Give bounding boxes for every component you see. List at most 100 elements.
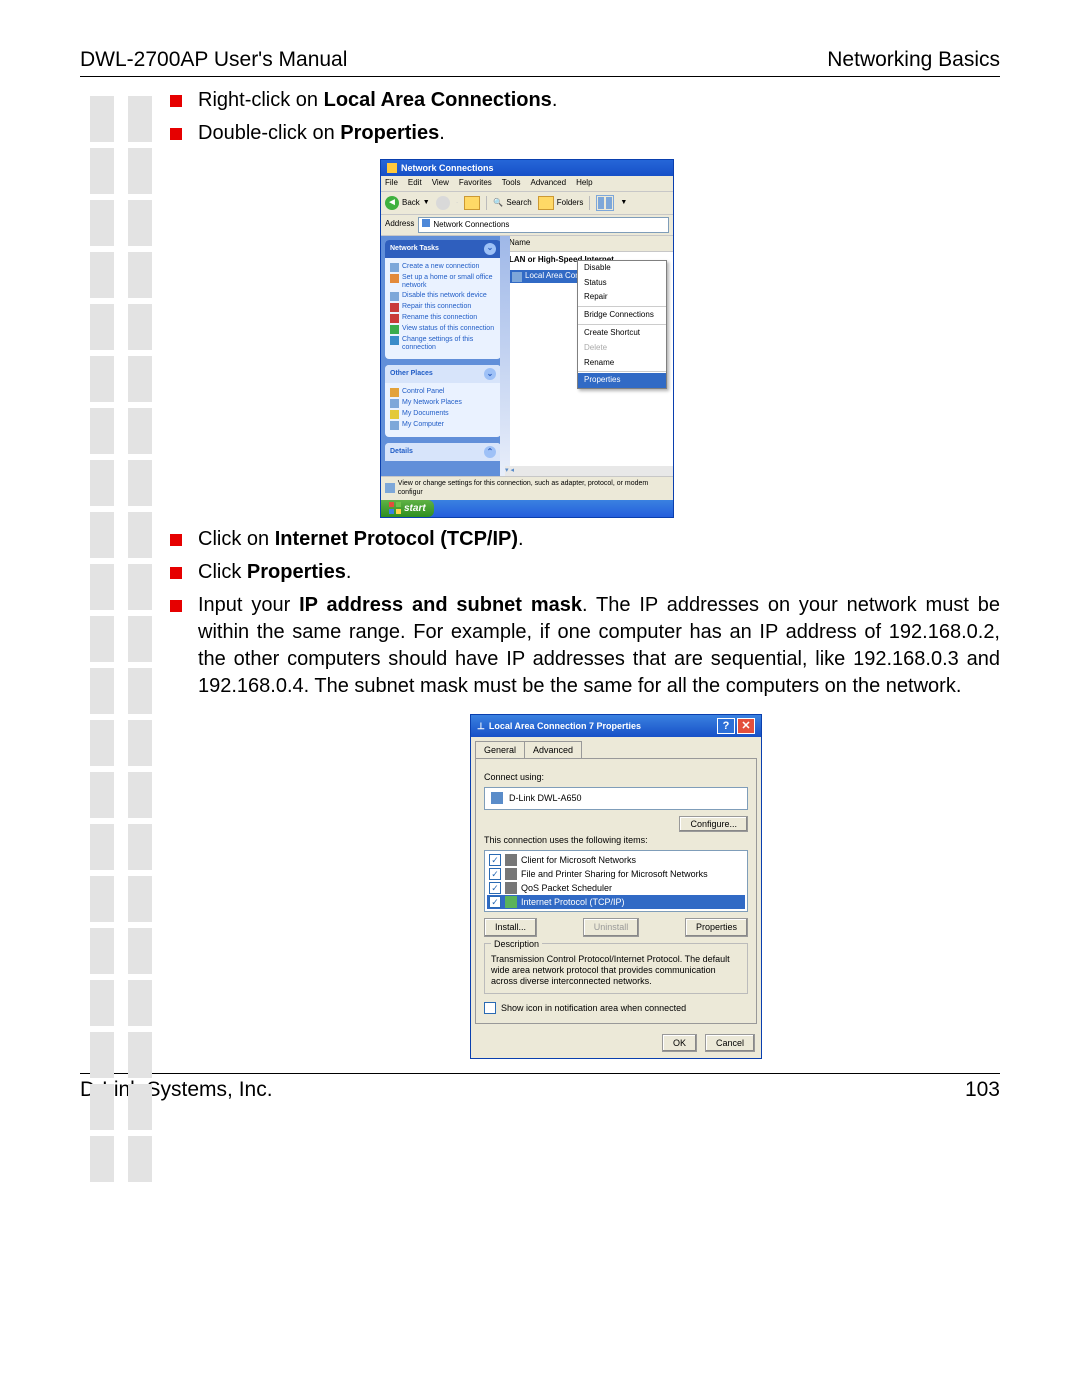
collapse-icon: ⌄ [484,243,496,255]
checkbox-icon[interactable]: ✓ [489,896,501,908]
footer-right: 103 [965,1078,1000,1102]
control-panel-icon [390,388,399,397]
task-rename-connection[interactable]: Rename this connection [390,314,496,323]
collapse-icon: ⌄ [484,368,496,380]
settings-icon [390,336,399,345]
bullet-4: Click Properties. [170,559,1000,586]
client-icon [505,854,517,866]
status-bar: View or change settings for this connect… [381,476,673,500]
show-icon-checkbox-row[interactable]: ✓ Show icon in notification area when co… [484,1002,748,1014]
ctx-shortcut[interactable]: Create Shortcut [578,326,666,341]
column-name-header[interactable]: Name [505,236,673,252]
item-client-ms[interactable]: ✓Client for Microsoft Networks [487,853,745,867]
bullet-icon [170,95,182,107]
task-repair-connection[interactable]: Repair this connection [390,303,496,312]
folders-button[interactable]: Folders [538,196,584,210]
ctx-repair[interactable]: Repair [578,290,666,305]
network-places-icon [390,399,399,408]
install-button[interactable]: Install... [484,918,537,936]
item-tcpip[interactable]: ✓Internet Protocol (TCP/IP) [487,895,745,909]
search-icon: 🔍 [493,198,503,209]
connection-icon: ⊥ [477,721,485,731]
link-control-panel[interactable]: Control Panel [390,388,496,397]
show-icon-label: Show icon in notification area when conn… [501,1002,686,1014]
network-tasks-header[interactable]: Network Tasks⌄ [385,240,501,258]
forward-button[interactable] [436,196,450,210]
tab-general[interactable]: General [475,741,525,758]
status-icon [390,325,399,334]
screenshot-network-connections: Network Connections File Edit View Favor… [380,159,674,518]
adapter-name: D-Link DWL-A650 [509,792,582,804]
address-label: Address [385,219,414,230]
checkbox-icon[interactable]: ✓ [489,882,501,894]
link-my-documents[interactable]: My Documents [390,410,496,419]
task-disable-device[interactable]: Disable this network device [390,292,496,301]
back-icon: ◄ [385,196,399,210]
task-create-connection[interactable]: Create a new connection [390,263,496,272]
bullet-icon [170,534,182,546]
protocol-icon [505,896,517,908]
link-my-computer[interactable]: My Computer [390,421,496,430]
menu-bar: File Edit View Favorites Tools Advanced … [381,176,673,192]
connection-item-label: Local Area Con [525,271,580,282]
adapter-field: D-Link DWL-A650 [484,787,748,809]
item-qos[interactable]: ✓QoS Packet Scheduler [487,881,745,895]
label-uses: This connection uses the following items… [484,834,748,846]
details-header[interactable]: Details⌃ [385,443,501,461]
ctx-disable[interactable]: Disable [578,261,666,276]
scroll-left-icon[interactable]: ▾ ◂ [505,466,514,475]
other-places-header[interactable]: Other Places⌄ [385,365,501,383]
menu-file[interactable]: File [385,178,398,189]
tab-advanced[interactable]: Advanced [524,741,582,758]
link-network-places[interactable]: My Network Places [390,399,496,408]
dialog-titlebar: ⊥Local Area Connection 7 Properties ? ✕ [471,715,761,737]
adapter-icon [491,792,503,804]
window-titlebar: Network Connections [381,160,673,176]
back-button[interactable]: ◄Back ▼ [385,196,430,210]
ctx-properties[interactable]: Properties [578,373,666,388]
folders-icon [538,196,554,210]
connection-icon [512,272,522,282]
ctx-rename[interactable]: Rename [578,356,666,371]
start-button[interactable]: start [381,500,434,518]
scroll-strip[interactable] [500,236,510,476]
ctx-bridge[interactable]: Bridge Connections [578,308,666,323]
help-button[interactable]: ? [717,718,735,734]
page-header: DWL-2700AP User's Manual Networking Basi… [80,48,1000,77]
checkbox-icon[interactable]: ✓ [489,854,501,866]
menu-view[interactable]: View [432,178,449,189]
menu-help[interactable]: Help [576,178,592,189]
task-view-status[interactable]: View status of this connection [390,325,496,334]
documents-icon [390,410,399,419]
menu-edit[interactable]: Edit [408,178,422,189]
menu-advanced[interactable]: Advanced [530,178,566,189]
up-folder-button[interactable] [464,196,480,210]
task-setup-network[interactable]: Set up a home or small office network [390,274,496,290]
connection-item[interactable]: Local Area Con [509,270,583,283]
properties-button[interactable]: Properties [685,918,748,936]
rename-icon [390,314,399,323]
ok-button[interactable]: OK [662,1034,697,1052]
bullet-1: Right-click on Local Area Connections. [170,87,1000,114]
folder-icon [422,219,430,227]
configure-button[interactable]: Configure... [679,816,748,832]
address-field[interactable]: Network Connections [418,217,669,233]
item-file-printer[interactable]: ✓File and Printer Sharing for Microsoft … [487,867,745,881]
page-footer: D-Link Systems, Inc. 103 [80,1073,1000,1102]
menu-favorites[interactable]: Favorites [459,178,492,189]
close-button[interactable]: ✕ [737,718,755,734]
checkbox-icon[interactable]: ✓ [489,868,501,880]
bullet-2-post: . [439,122,445,144]
cancel-button[interactable]: Cancel [705,1034,755,1052]
task-change-settings[interactable]: Change settings of this connection [390,336,496,352]
bullet-2: Double-click on Properties. [170,120,1000,147]
ctx-status[interactable]: Status [578,276,666,291]
bullet-3: Click on Internet Protocol (TCP/IP). [170,526,1000,553]
view-menu-button[interactable] [596,195,614,211]
search-button[interactable]: 🔍Search [493,198,531,209]
home-icon [390,274,399,283]
description-box: Description Transmission Control Protoco… [484,943,748,995]
checkbox-icon[interactable]: ✓ [484,1002,496,1014]
menu-tools[interactable]: Tools [502,178,521,189]
address-value: Network Connections [433,220,509,229]
